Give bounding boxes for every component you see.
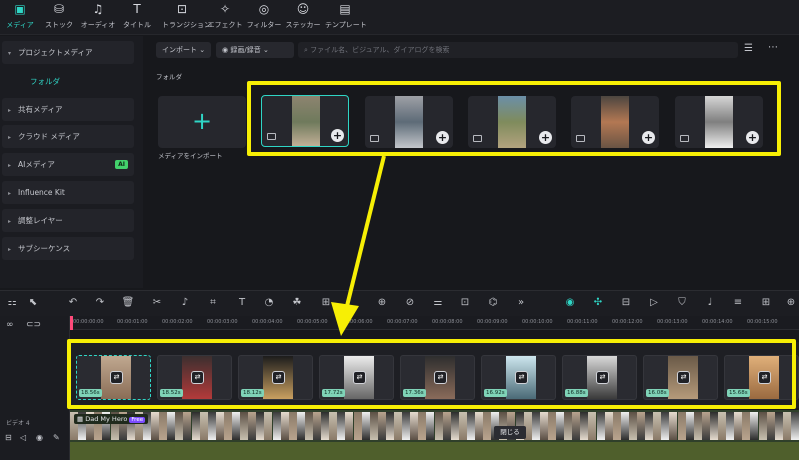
arrow-line — [345, 155, 386, 307]
arrow-head — [331, 302, 359, 336]
arrow-annotation — [331, 155, 386, 336]
